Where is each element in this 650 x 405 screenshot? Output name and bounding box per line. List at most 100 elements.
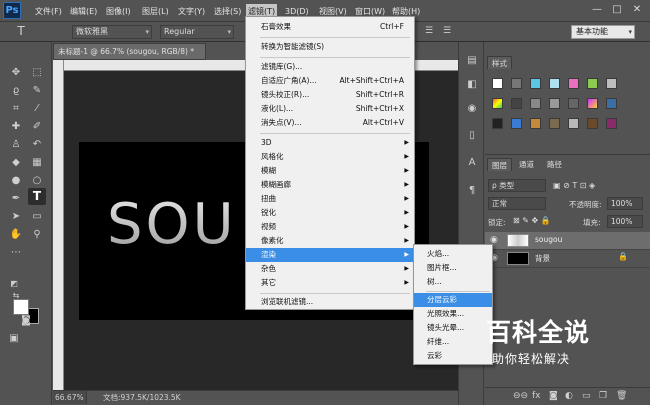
foreground-color-swatch[interactable]: [13, 299, 29, 315]
menu-item-pixelate[interactable]: 像素化 ▶: [246, 234, 414, 248]
adjustment-layer-icon[interactable]: ◐: [565, 391, 573, 401]
menu-select[interactable]: 选择(S): [212, 4, 243, 19]
menu-item-distort[interactable]: 扭曲 ▶: [246, 192, 414, 206]
blur-tool-icon[interactable]: ●: [7, 172, 25, 189]
style-swatch[interactable]: [606, 78, 617, 89]
style-swatch[interactable]: [606, 98, 617, 109]
style-swatch[interactable]: [568, 78, 579, 89]
menu-item-blur-gallery[interactable]: 模糊画廊 ▶: [246, 178, 414, 192]
menu-item-last-filter[interactable]: 石膏效果 Ctrl+F: [246, 20, 414, 34]
fill-field[interactable]: 100%: [607, 215, 643, 228]
tab-styles[interactable]: 样式: [487, 56, 512, 69]
minimize-button[interactable]: —: [588, 2, 606, 18]
align-center-icon[interactable]: ☰: [420, 23, 438, 40]
menu-image[interactable]: 图像(I): [104, 4, 133, 19]
style-swatch[interactable]: [606, 118, 617, 129]
menu-item-other[interactable]: 其它 ▶: [246, 276, 414, 290]
blend-mode-select[interactable]: 正常: [488, 197, 546, 210]
maximize-button[interactable]: □: [608, 2, 626, 18]
menu-item-sharpen[interactable]: 锐化 ▶: [246, 206, 414, 220]
paragraph-styles-icon[interactable]: ▯: [463, 127, 481, 145]
properties-icon[interactable]: ◧: [463, 76, 481, 94]
close-button[interactable]: ✕: [628, 2, 646, 18]
move-tool-icon[interactable]: ✥: [7, 64, 25, 81]
menu-layer[interactable]: 图层(L): [140, 4, 171, 19]
lasso-tool-icon[interactable]: ϱ: [7, 82, 25, 99]
hand-tool-icon[interactable]: ✋: [7, 226, 25, 243]
pen-tool-icon[interactable]: ✒: [7, 190, 25, 207]
path-select-icon[interactable]: ➤: [7, 208, 25, 225]
marquee-tool-icon[interactable]: ⬚: [28, 64, 46, 81]
style-swatch[interactable]: [568, 118, 579, 129]
layer-style-icon[interactable]: fx: [532, 391, 541, 401]
dodge-tool-icon[interactable]: ○: [28, 172, 46, 189]
tab-layers[interactable]: 图层: [487, 158, 512, 171]
menu-item-vanishing-point[interactable]: 消失点(V)... Alt+Ctrl+V: [246, 116, 414, 130]
menu-item-flame[interactable]: 火焰...: [414, 247, 492, 261]
menu-item-lens-correction[interactable]: 镜头校正(R)... Shift+Ctrl+R: [246, 88, 414, 102]
type-tool-icon[interactable]: T: [28, 188, 46, 205]
layer-row-background[interactable]: ◉ 背景 🔒: [485, 250, 650, 268]
menu-item-stylize[interactable]: 风格化 ▶: [246, 150, 414, 164]
quick-select-tool-icon[interactable]: ✎: [28, 82, 46, 99]
clone-stamp-icon[interactable]: ♙: [7, 136, 25, 153]
delete-layer-icon[interactable]: 🗑: [616, 391, 627, 401]
zoom-tool-icon[interactable]: ⚲: [28, 226, 46, 243]
menu-file[interactable]: 文件(F): [33, 4, 64, 19]
font-style-select[interactable]: Regular ▾: [160, 25, 234, 39]
style-swatch[interactable]: [530, 78, 541, 89]
style-swatch[interactable]: [568, 98, 579, 109]
shape-tool-icon[interactable]: ▭: [28, 208, 46, 225]
layer-filter-select[interactable]: ρ 类型: [488, 179, 546, 192]
menu-item-noise[interactable]: 杂色 ▶: [246, 262, 414, 276]
workspace-preset-select[interactable]: 基本功能 ▾: [571, 25, 635, 39]
menu-item-render[interactable]: 渲染 ▶: [246, 248, 414, 262]
new-layer-icon[interactable]: ❐: [599, 391, 607, 401]
lock-icons[interactable]: ⊠ ✎ ✥ 🔒: [513, 216, 551, 225]
style-swatch[interactable]: [587, 78, 598, 89]
zoom-level[interactable]: 66.67%: [53, 391, 87, 404]
character-icon[interactable]: A: [463, 154, 481, 172]
tab-paths[interactable]: 路径: [543, 158, 566, 171]
healing-brush-icon[interactable]: ✚: [7, 118, 25, 135]
menu-item-gallery[interactable]: 滤镜库(G)...: [246, 60, 414, 74]
style-swatch[interactable]: [530, 98, 541, 109]
menu-item-3d[interactable]: 3D ▶: [246, 136, 414, 150]
link-layers-icon[interactable]: ⊖⊖: [513, 391, 528, 401]
font-family-select[interactable]: 微软雅黑 ▾: [72, 25, 152, 39]
style-swatch[interactable]: [511, 78, 522, 89]
menu-item-convert-smart[interactable]: 转换为智能滤镜(S): [246, 40, 414, 54]
crop-tool-icon[interactable]: ⌗: [7, 100, 25, 117]
eraser-tool-icon[interactable]: ◆: [7, 154, 25, 171]
brush-tool-icon[interactable]: ✐: [28, 118, 46, 135]
menu-item-difference-clouds[interactable]: 分层云彩: [414, 293, 492, 307]
tab-channels[interactable]: 通道: [515, 158, 538, 171]
style-swatch[interactable]: [549, 118, 560, 129]
style-swatch[interactable]: [492, 98, 503, 109]
menu-item-tree[interactable]: 树...: [414, 275, 492, 289]
style-swatch[interactable]: [492, 78, 503, 89]
menu-item-liquify[interactable]: 液化(L)... Shift+Ctrl+X: [246, 102, 414, 116]
menu-item-blur[interactable]: 模糊 ▶: [246, 164, 414, 178]
menu-type[interactable]: 文字(Y): [176, 4, 207, 19]
eyedropper-tool-icon[interactable]: ⁄: [28, 100, 46, 117]
layer-filter-icons[interactable]: ▣ ⊘ T ⊡ ◈: [553, 181, 595, 190]
style-swatch[interactable]: [549, 78, 560, 89]
style-swatch[interactable]: [511, 118, 522, 129]
add-mask-icon[interactable]: ◙: [549, 391, 558, 401]
document-tab[interactable]: 未标题-1 @ 66.7% (sougou, RGB/8) * ×: [53, 43, 206, 60]
history-brush-icon[interactable]: ↶: [28, 136, 46, 153]
history-icon[interactable]: ▤: [463, 52, 481, 70]
style-swatch[interactable]: [549, 98, 560, 109]
layer-row-sougou[interactable]: ◉ sougou: [485, 232, 650, 250]
default-colors-icon[interactable]: [17, 272, 35, 289]
menu-item-browse-online[interactable]: 浏览联机滤镜...: [246, 295, 414, 309]
style-swatch[interactable]: [587, 118, 598, 129]
align-right-icon[interactable]: ☰: [438, 23, 456, 40]
more-tools-icon[interactable]: ⋯: [7, 244, 25, 261]
menu-edit[interactable]: 编辑(E): [68, 4, 99, 19]
style-swatch[interactable]: [492, 118, 503, 129]
gradient-tool-icon[interactable]: ▦: [28, 154, 46, 171]
group-icon[interactable]: ▭: [582, 391, 591, 401]
screen-mode-icon[interactable]: ▣: [5, 330, 23, 347]
